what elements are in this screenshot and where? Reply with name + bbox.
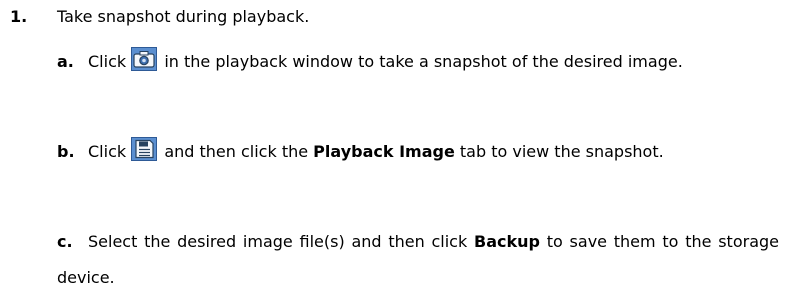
substep-b: b. Click and then click the Playback Imag… <box>57 134 779 170</box>
manual-page: 1. Take snapshot during playback. a. Clic… <box>0 0 799 302</box>
camera-icon <box>131 47 158 71</box>
substep-c-text-1: Select the desired image file(s) and the… <box>88 232 468 251</box>
substep-c: c. Select the desired image file(s) and t… <box>57 224 779 296</box>
substep-a-click: Click <box>88 52 127 71</box>
step-text: Take snapshot during playback. <box>57 7 310 26</box>
substep-a-marker: a. <box>57 52 74 71</box>
substep-c-marker: c. <box>57 232 73 251</box>
backup-button-label: Backup <box>474 232 540 251</box>
substep-b-text-1: and then click the <box>164 142 309 161</box>
substep-b-click: Click <box>88 142 127 161</box>
substep-a-text: in the playback window to take a snapsho… <box>164 52 683 71</box>
step-number: 1. <box>10 7 28 26</box>
save-disk-icon <box>131 137 158 161</box>
substep-b-marker: b. <box>57 142 75 161</box>
playback-image-tab-label: Playback Image <box>313 142 455 161</box>
substep-b-text-2: tab to view the snapshot. <box>459 142 664 161</box>
substep-a: a. Click in the playback window to take a… <box>57 44 779 80</box>
